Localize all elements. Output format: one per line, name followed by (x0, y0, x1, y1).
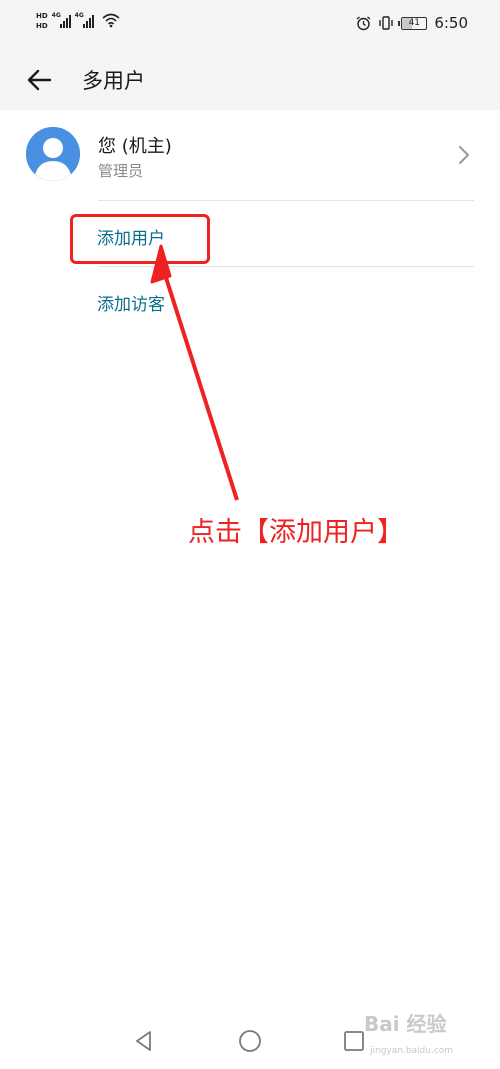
arrow-left-icon[interactable] (24, 64, 56, 96)
owner-name: 您 (机主) (98, 136, 172, 157)
chevron-right-icon (459, 146, 469, 164)
battery-level-text: 41 (408, 17, 421, 28)
divider (98, 266, 474, 267)
annotation-highlight-box (70, 214, 210, 264)
page-title: 多用户 (82, 69, 145, 93)
triangle-back-icon[interactable] (130, 1027, 158, 1055)
hd-badge: HD (36, 12, 48, 20)
vibrate-icon (379, 16, 394, 30)
navigation-bar (0, 1009, 500, 1069)
hd-badge: HD (36, 22, 48, 30)
square-recent-icon[interactable] (340, 1027, 368, 1055)
clock: 6:50 (434, 14, 468, 32)
signal-icon: 4G (52, 12, 71, 28)
status-bar: HD HD 4G 4G 41 6:50 (0, 0, 500, 50)
circle-home-icon[interactable] (236, 1027, 264, 1055)
owner-role: 管理员 (98, 162, 144, 180)
alarm-icon (356, 15, 371, 30)
annotation-text: 点击【添加用户】 (188, 517, 404, 548)
signal-icon: 4G (75, 12, 94, 28)
owner-user-row[interactable]: 您 (机主) 管理员 (0, 112, 500, 200)
person-avatar-icon (26, 127, 80, 181)
add-guest-button[interactable]: 添加访客 (97, 290, 165, 315)
divider (98, 200, 474, 201)
network-indicators: HD HD 4G 4G (36, 12, 120, 30)
battery-icon: 41 (398, 16, 428, 30)
system-indicators: 41 6:50 (356, 14, 468, 32)
app-header: 多用户 (0, 50, 500, 110)
wifi-icon (102, 13, 120, 28)
